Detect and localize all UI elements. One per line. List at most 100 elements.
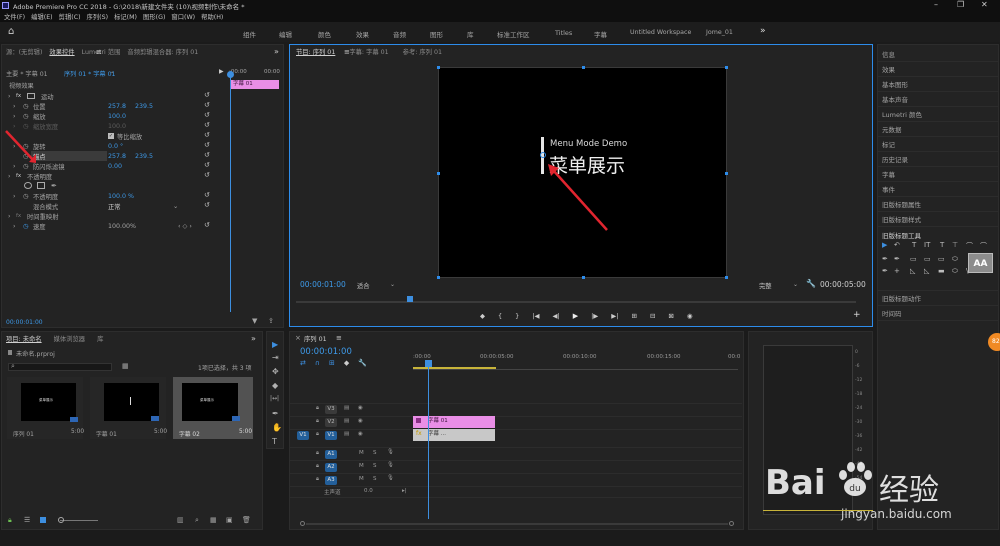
insert-sequence-icon[interactable]: ⊞ (329, 359, 335, 367)
effect-row-speed[interactable]: › ◷ 速度 100.00% ‹ ◇ › ↺ (2, 221, 214, 231)
expand-chevron-icon[interactable]: › (8, 213, 11, 220)
effect-row-scale[interactable]: › ◷ 缩放 100.0 ↺ (2, 111, 214, 121)
panel-markers[interactable]: 标记 (882, 139, 895, 149)
pen-tool-icon[interactable]: ✒ (272, 409, 279, 418)
reset-icon[interactable]: ↺ (204, 161, 210, 169)
legacy-style-preview[interactable]: AA (968, 253, 993, 273)
track-row-v3[interactable]: 🔒︎ V3 ▤ ◉ (290, 403, 742, 415)
workspace-tab-titles[interactable]: Titles (555, 29, 572, 37)
track-mute-button[interactable]: M (359, 476, 364, 482)
clip-dropdown-arrow-icon[interactable]: ⌄ (110, 69, 114, 75)
export-frame-button[interactable]: ◉ (687, 312, 693, 320)
go-to-in-button[interactable]: |◀ (532, 312, 539, 320)
tab-libraries[interactable]: 库 (97, 334, 103, 343)
track-label[interactable]: V2 (325, 418, 337, 427)
ec-playhead-handle[interactable] (227, 71, 234, 78)
bbox-handle[interactable] (725, 276, 728, 279)
minimize-icon[interactable]: – (934, 0, 938, 9)
workspace-tab-graphics[interactable]: 图形 (430, 29, 443, 39)
stopwatch-icon[interactable]: ◷ (23, 193, 29, 200)
hand-tool-icon[interactable]: ✋ (272, 423, 282, 432)
clip-dropdown[interactable]: 序列 01 * 字幕 01 (64, 69, 115, 78)
menu-edit[interactable]: 编辑(E) (31, 12, 53, 21)
close-icon[interactable]: ✕ (981, 0, 988, 9)
stopwatch-icon[interactable]: ◷ (23, 103, 29, 110)
effect-row-opacity-group[interactable]: › fx 不透明度 ↺ (2, 171, 214, 181)
linked-selection-icon[interactable]: ∩ (315, 359, 320, 367)
project-item-selected[interactable]: 菜单展示 字幕 02 5:00 (173, 377, 253, 439)
reset-icon[interactable]: ↺ (204, 221, 210, 229)
expand-chevron-icon[interactable]: › (8, 93, 11, 100)
tab-media-browser[interactable]: 媒体浏览器 (54, 334, 85, 343)
expand-chevron-icon[interactable]: › (13, 113, 16, 120)
mark-out-button[interactable]: } (515, 312, 519, 320)
quality-dropdown[interactable]: 完整 (759, 281, 772, 290)
opacity-value[interactable]: 100.0 % (108, 193, 134, 200)
reset-icon[interactable]: ↺ (204, 151, 210, 159)
workspaces-overflow-icon[interactable]: » (760, 26, 766, 36)
step-back-button[interactable]: ◀| (552, 312, 559, 320)
bbox-handle[interactable] (725, 172, 728, 175)
track-mic-icon[interactable]: 🎙︎ (387, 462, 394, 468)
panel-lumetri-color[interactable]: Lumetri 颜色 (882, 109, 922, 119)
legacy-arc-tool-icon[interactable]: ◺ (924, 267, 929, 275)
snap-icon[interactable]: ⇄ (300, 359, 306, 367)
track-label[interactable]: V3 (325, 405, 337, 414)
project-item[interactable]: 字幕 01 5:00 (90, 377, 167, 439)
panel-timecode[interactable]: 时间码 (882, 308, 902, 318)
selection-tool-icon[interactable]: ▶ (272, 340, 278, 349)
legacy-rectangle-tool-icon[interactable]: ▭ (910, 255, 917, 263)
legacy-rotation-tool-icon[interactable]: ↶ (894, 241, 900, 249)
timeline-menu-icon[interactable]: ≡ (336, 334, 342, 342)
legacy-convert-anchor-icon[interactable]: + (894, 267, 900, 275)
clip-title-01[interactable]: 字幕 01 (413, 416, 495, 428)
project-search-input[interactable]: ⌕ (8, 362, 112, 371)
new-bin-icon[interactable]: ▦ (210, 516, 217, 524)
type-tool-icon[interactable]: T (272, 437, 277, 446)
legacy-vertical-type-tool-icon[interactable]: IT (924, 241, 930, 249)
track-lock-icon[interactable]: 🔒︎ (316, 431, 319, 438)
timeline-settings-icon[interactable]: 🔧 (358, 359, 367, 367)
expand-chevron-icon[interactable]: › (13, 193, 16, 200)
legacy-ellipse-tool-icon[interactable]: ⬭ (952, 255, 958, 264)
panel-essential-sound[interactable]: 基本声音 (882, 94, 908, 104)
track-label[interactable]: V1 (325, 431, 337, 440)
legacy-clipped-rect-tool-icon[interactable]: ▭ (924, 255, 931, 263)
stopwatch-icon[interactable]: ◷ (23, 223, 29, 230)
workspace-tab-standard[interactable]: 标准工作区 (497, 29, 530, 39)
track-row-a1[interactable]: 🔒︎ A1 M S 🎙︎ (290, 447, 742, 460)
position-x-value[interactable]: 257.8 (108, 103, 126, 110)
track-solo-button[interactable]: S (373, 476, 377, 482)
program-timecode[interactable]: 00:00:01:00 (300, 280, 346, 289)
legacy-add-anchor-icon[interactable]: ✒ (882, 267, 888, 275)
video-frame[interactable]: Menu Mode Demo 菜单展示 (437, 66, 728, 279)
panel-captions[interactable]: 字幕 (882, 169, 895, 179)
find-icon[interactable]: ⌕ (195, 516, 199, 525)
effect-row-time-remap[interactable]: › fx 时间重映射 (2, 211, 214, 221)
track-sync-icon[interactable]: ▤ (344, 405, 349, 411)
program-menu-icon[interactable]: ≡ (344, 48, 350, 56)
timeline-timecode[interactable]: 00:00:01:00 (300, 347, 352, 357)
timeline-close-icon[interactable]: × (295, 334, 301, 342)
workspace-tab-jome[interactable]: Jome_01 (706, 29, 733, 36)
motion-toggle-icon[interactable] (27, 93, 35, 99)
clip-v1[interactable]: fx 字幕 ... (413, 429, 495, 441)
tab-source[interactable]: 源：(无剪辑) (6, 47, 42, 56)
ec-playhead[interactable] (230, 72, 231, 312)
tab-audio-clip-mixer[interactable]: 音频剪辑混合器: 序列 01 (127, 47, 198, 56)
track-label[interactable]: A1 (325, 450, 337, 459)
legacy-pen-tool-icon[interactable]: ✒ (882, 255, 888, 263)
tab-project[interactable]: 项目: 未命名 (6, 334, 42, 343)
track-lock-icon[interactable]: 🔒︎ (316, 405, 319, 412)
add-marker-icon[interactable]: ◆ (344, 359, 349, 367)
go-to-out-button[interactable]: ▶| (611, 312, 618, 320)
scroll-handle-right[interactable] (729, 521, 734, 526)
ellipse-mask-icon[interactable] (24, 182, 32, 189)
panels-overflow-icon[interactable]: » (274, 47, 279, 56)
legacy-path-type-tool-icon[interactable]: ⌒ (966, 241, 973, 251)
zoom-slider[interactable] (60, 520, 98, 521)
workspace-tab-assembly[interactable]: 组件 (243, 29, 256, 39)
workspace-tab-color[interactable]: 颜色 (318, 29, 331, 39)
anchor-y-value[interactable]: 239.5 (135, 153, 153, 160)
settings-wrench-icon[interactable]: 🔧 (806, 279, 816, 288)
